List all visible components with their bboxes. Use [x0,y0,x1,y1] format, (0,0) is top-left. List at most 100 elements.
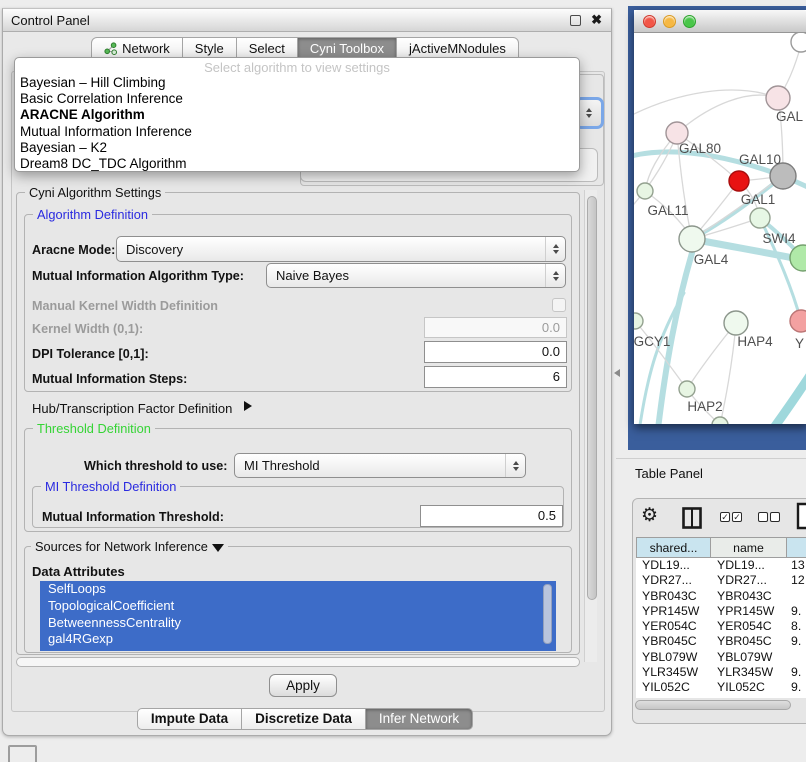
table-row[interactable]: YBR045CYBR045C9. [636,634,806,649]
manual-kernel-width-checkbox[interactable] [552,298,566,312]
settings-scrollbar-track[interactable] [584,190,597,662]
algorithm-option-aracne-algorithm[interactable]: ARACNE Algorithm [15,107,579,123]
attribute-item-betweennesscentrality[interactable]: BetweennessCentrality [40,615,556,632]
floating-panel-handle[interactable] [8,745,37,762]
table-cell: 8. [787,619,806,634]
table-row[interactable]: YER054CYER054C8. [636,619,806,634]
mi-threshold-field[interactable]: 0.5 [420,505,563,527]
table-row[interactable]: YPR145WYPR145W9. [636,604,806,619]
unselect-all-icon[interactable] [758,512,768,522]
panel-divider-arrow-icon[interactable] [614,369,620,377]
settings-scrollbar-thumb[interactable] [587,196,597,600]
minimize-traffic-light-icon[interactable] [663,15,676,28]
threshold-definition-title: Threshold Definition [33,421,155,436]
manual-kernel-width-label: Manual Kernel Width Definition [32,299,218,313]
network-node[interactable] [729,171,749,191]
algorithm-option-dream8-dc-tdc-algorithm[interactable]: Dream8 DC_TDC Algorithm [15,156,579,172]
table-hscrollbar-thumb[interactable] [635,700,791,710]
table-cell: YBL079W [636,650,711,665]
tab-label: jActiveMNodules [409,41,506,56]
network-node-gal[interactable] [766,86,790,110]
which-threshold-value: MI Threshold [244,458,320,473]
table-cell: YBR043C [636,589,711,604]
node-label-gal4: GAL4 [694,252,729,267]
table-row[interactable]: YBR043CYBR043C [636,589,806,604]
tab-label: Style [195,41,224,56]
zoom-traffic-light-icon[interactable] [683,15,696,28]
table-row[interactable]: YBL079WYBL079W [636,650,806,665]
network-node-gal4[interactable] [679,226,705,252]
hub-definition-toggle[interactable]: Hub/Transcription Factor Definition [32,401,232,416]
dpi-tolerance-field[interactable]: 0.0 [424,341,567,363]
table-row[interactable]: YDL19...YDL19...13 [636,558,806,573]
attribute-item-selfloops[interactable]: SelfLoops [40,581,556,598]
select-all-check-icon[interactable]: ✓ [720,512,730,522]
network-node[interactable] [791,33,806,52]
float-window-icon[interactable] [570,15,581,26]
aracne-mode-select[interactable]: Discovery [116,236,566,262]
mi-algorithm-type-value: Naive Bayes [276,268,349,283]
algorithm-options-list: Bayesian – Hill ClimbingBasic Correlatio… [15,75,579,172]
algorithm-option-bayesian-k2[interactable]: Bayesian – K2 [15,140,579,156]
select-all-check-icon[interactable]: ✓ [732,512,742,522]
which-threshold-select[interactable]: MI Threshold [234,453,526,478]
column-header-a[interactable]: A [787,537,806,558]
table-body: YDL19...YDL19...13YDR27...YDR27...12YBR0… [636,558,806,696]
table-cell: YPR145W [711,604,787,619]
document-icon[interactable] [796,502,806,530]
bottom-tab-discretize-data[interactable]: Discretize Data [242,708,366,730]
data-attributes-list[interactable]: SelfLoopsTopologicalCoefficientBetweenne… [40,581,556,651]
algorithm-option-basic-correlation-inference[interactable]: Basic Correlation Inference [15,91,579,107]
table-header-row: shared...nameA [636,537,806,558]
network-icon [104,42,117,55]
bottom-tab-infer-network[interactable]: Infer Network [366,708,473,730]
bottom-tab-impute-data[interactable]: Impute Data [137,708,242,730]
network-node-hap4[interactable] [724,311,748,335]
close-icon[interactable]: ✖ [591,12,602,28]
node-table[interactable]: shared...nameA YDL19...YDL19...13YDR27..… [636,537,806,698]
algorithm-option-bayesian-hill-climbing[interactable]: Bayesian – Hill Climbing [15,75,579,91]
algorithm-option-mutual-information-inference[interactable]: Mutual Information Inference [15,124,579,140]
attribute-item-gal4rgexp[interactable]: gal4RGexp [40,631,556,648]
network-window-titlebar[interactable] [634,10,806,33]
network-node-hap2[interactable] [679,381,695,397]
attribute-item-topologicalcoefficient[interactable]: TopologicalCoefficient [40,598,556,615]
aracne-mode-value: Discovery [126,242,183,257]
network-node-gal1[interactable] [750,208,770,228]
expand-right-icon[interactable] [244,401,252,411]
gear-icon[interactable]: ⚙ [641,504,658,527]
node-label-gal80: GAL80 [679,141,721,156]
network-node-gal11[interactable] [637,183,653,199]
control-panel-titlebar[interactable]: Control Panel ✖ [3,9,611,32]
table-cell: YDR27... [636,573,711,588]
node-label-hap4: HAP4 [737,334,773,349]
mi-steps-field[interactable]: 6 [424,366,567,388]
table-row[interactable]: YDR27...YDR27...12 [636,573,806,588]
table-cell: YLR345W [711,665,787,680]
sources-title[interactable]: Sources for Network Inference [35,539,208,554]
combo-spinner-icon [545,264,565,287]
apply-button[interactable]: Apply [269,674,337,697]
collapse-down-icon[interactable] [212,544,224,552]
unselect-all-icon[interactable] [770,512,780,522]
network-node-gcy1[interactable] [634,313,643,329]
table-cell: YIL052C [636,680,711,695]
columns-icon[interactable] [682,507,702,529]
network-node-y[interactable] [790,310,806,332]
network-canvas[interactable]: GALGAL80GAL10GAL11GAL1GAL4SWI4GCY1HAP4YH… [634,33,806,424]
kernel-width-field[interactable]: 0.0 [424,317,567,338]
table-cell: YBL079W [711,650,787,665]
table-row[interactable]: YIL052CYIL052C9. [636,680,806,695]
mi-algorithm-type-select[interactable]: Naive Bayes [266,263,566,288]
table-cell: YER054C [711,619,787,634]
stepper-down-icon [586,114,592,118]
close-traffic-light-icon[interactable] [643,15,656,28]
table-cell: YDR27... [711,573,787,588]
column-header-name[interactable]: name [711,537,787,558]
column-header-shared[interactable]: shared... [636,537,711,558]
network-node[interactable] [712,417,728,424]
settings-hscrollbar-thumb[interactable] [16,657,580,667]
attributes-scrollbar[interactable] [543,584,552,644]
table-cell [787,589,806,604]
table-row[interactable]: YLR345WYLR345W9. [636,665,806,680]
